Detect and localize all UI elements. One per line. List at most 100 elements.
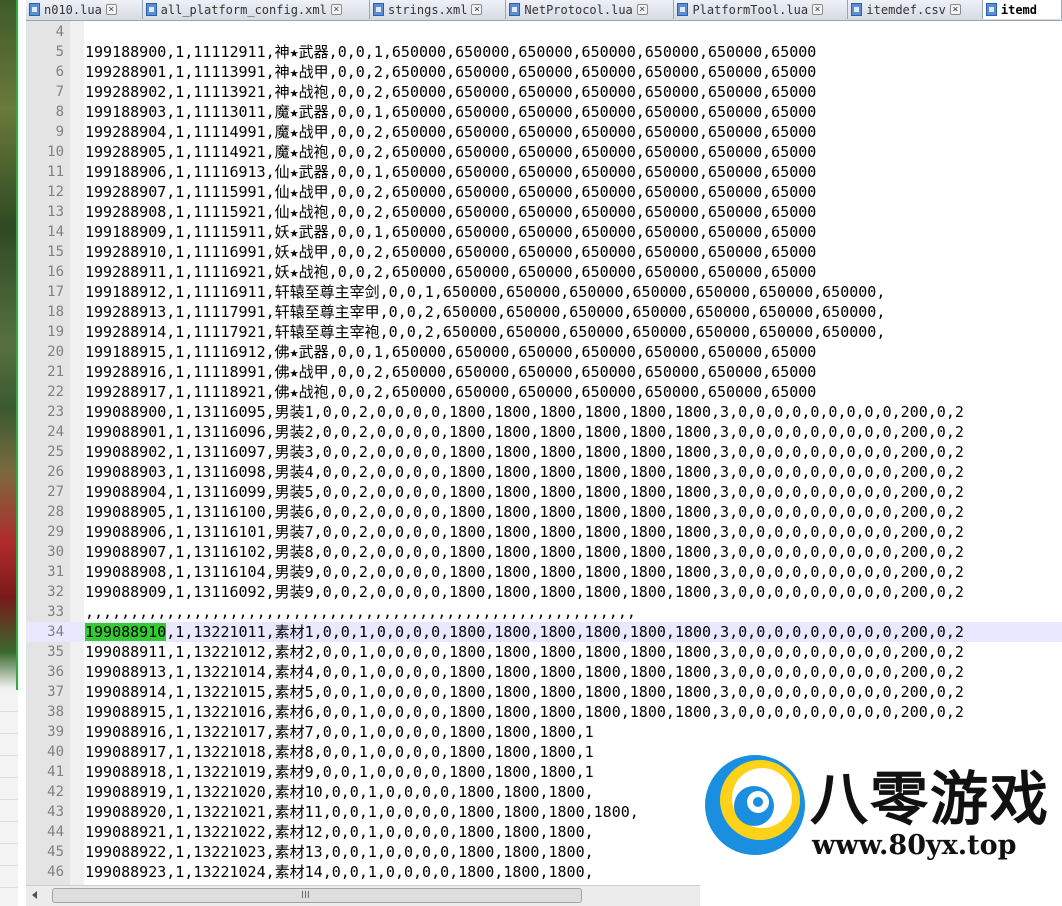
line-text: 199188909,1,11115911,妖★武器,0,0,1,650000,6… [85, 223, 817, 241]
code-line[interactable]: 16 199288911,1,11116921,妖★战袍,0,0,2,650000… [26, 262, 1062, 282]
line-number: 31 [47, 564, 64, 580]
code-line[interactable]: 15 199288910,1,11116991,妖★战甲,0,0,2,650000… [26, 242, 1062, 262]
code-line[interactable]: 9 199288904,1,11114991,魔★战甲,0,0,2,650000,… [26, 122, 1062, 142]
close-icon[interactable]: × [105, 4, 117, 15]
file-tab[interactable]: all_platform_config.xml × [142, 0, 370, 19]
file-tab[interactable]: itemdef.csv × [848, 0, 983, 19]
code-line[interactable]: 35 199088911,1,13221012,素材2,0,0,1,0,0,0,0… [26, 642, 1062, 662]
window-border [16, 0, 18, 690]
line-number: 22 [47, 384, 64, 400]
file-icon [145, 3, 157, 16]
code-line[interactable]: 14 199188909,1,11115911,妖★武器,0,0,1,650000… [26, 222, 1062, 242]
file-tab[interactable]: strings.xml × [369, 0, 507, 19]
line-text: 199288913,1,11117991,轩辕至尊主宰甲,0,0,2,65000… [85, 303, 886, 321]
line-text: 199188915,1,11116912,佛★武器,0,0,1,650000,6… [85, 343, 817, 361]
close-icon[interactable]: × [812, 4, 824, 15]
line-text: 199188906,1,11116913,仙★武器,0,0,1,650000,6… [85, 163, 817, 181]
line-number: 39 [47, 724, 64, 740]
code-line[interactable]: 27 199088904,1,13116099,男装5,0,0,2,0,0,0,0… [26, 482, 1062, 502]
watermark-url: www.80yx.top [812, 830, 1017, 861]
code-line[interactable]: 8 199188903,1,11113011,魔★武器,0,0,1,650000,… [26, 102, 1062, 122]
code-line[interactable]: 12 199288907,1,11115991,仙★战甲,0,0,2,650000… [26, 182, 1062, 202]
line-text: 199088903,1,13116098,男装4,0,0,2,0,0,0,0,1… [85, 463, 964, 481]
code-line[interactable]: 7 199288902,1,11113921,神★战袍,0,0,2,650000,… [26, 82, 1062, 102]
line-number: 43 [47, 804, 64, 820]
code-line[interactable]: 5 199188900,1,11112911,神★武器,0,0,1,650000,… [26, 42, 1062, 62]
code-line[interactable]: 11 199188906,1,11116913,仙★武器,0,0,1,650000… [26, 162, 1062, 182]
line-number: 24 [47, 424, 64, 440]
close-icon[interactable]: × [471, 4, 483, 15]
file-tab[interactable]: n010.lua × [26, 0, 143, 19]
scrollbar-thumb[interactable]: III [52, 888, 582, 903]
line-text: 199088914,1,13221015,素材5,0,0,1,0,0,0,0,1… [85, 683, 964, 701]
code-line[interactable]: 22 199288917,1,11118921,佛★战袍,0,0,2,650000… [26, 382, 1062, 402]
line-text: 199188903,1,11113011,魔★武器,0,0,1,650000,6… [85, 103, 817, 121]
watermark-title: 八零游戏 [810, 765, 1051, 833]
code-line[interactable]: 17 199188912,1,11116911,轩辕至尊主宰剑,0,0,1,650… [26, 282, 1062, 302]
background-grid [0, 690, 18, 906]
close-icon[interactable]: × [949, 4, 961, 15]
line-text: 199288908,1,11115921,仙★战袍,0,0,2,650000,6… [85, 203, 817, 221]
line-text: 199088915,1,13221016,素材6,0,0,1,0,0,0,0,1… [85, 703, 964, 721]
background-window-strip [0, 0, 18, 906]
line-number: 8 [55, 104, 64, 120]
code-line[interactable]: 21 199288916,1,11118991,佛★战甲,0,0,2,650000… [26, 362, 1062, 382]
code-line[interactable]: 13 199288908,1,11115921,仙★战袍,0,0,2,650000… [26, 202, 1062, 222]
code-line[interactable]: 33,,,,,,,,,,,,,,,,,,,,,,,,,,,,,,,,,,,,,,… [26, 602, 1062, 622]
code-line[interactable]: 29 199088906,1,13116101,男装7,0,0,2,0,0,0,0… [26, 522, 1062, 542]
file-icon [677, 3, 689, 16]
close-icon[interactable]: × [330, 4, 342, 15]
file-tab[interactable]: PlatformTool.lua × [674, 0, 849, 19]
code-line[interactable]: 32 199088909,1,13116092,男装9,0,0,2,0,0,0,0… [26, 582, 1062, 602]
code-line[interactable]: 30 199088907,1,13116102,男装8,0,0,2,0,0,0,0… [26, 542, 1062, 562]
code-line[interactable]: 39 199088916,1,13221017,素材7,0,0,1,0,0,0,0… [26, 722, 1062, 742]
tab-label: PlatformTool.lua [692, 2, 809, 17]
code-line[interactable]: 20 199188915,1,11116912,佛★武器,0,0,1,650000… [26, 342, 1062, 362]
scrollbar-grip: III [301, 890, 310, 901]
line-text: 199088900,1,13116095,男装1,0,0,2,0,0,0,0,1… [85, 403, 964, 421]
line-number: 38 [47, 704, 64, 720]
line-number: 16 [47, 264, 64, 280]
line-text: 199088910,1,13221011,素材1,0,0,1,0,0,0,0,1… [85, 622, 964, 642]
line-number: 29 [47, 524, 64, 540]
line-number: 37 [47, 684, 64, 700]
line-text: 199188900,1,11112911,神★武器,0,0,1,650000,6… [85, 43, 817, 61]
scroll-left-arrow-icon[interactable] [32, 891, 37, 899]
code-line[interactable]: 34 199088910,1,13221011,素材1,0,0,1,0,0,0,0… [26, 622, 1062, 642]
line-text: 199088905,1,13116100,男装6,0,0,2,0,0,0,0,1… [85, 503, 964, 521]
line-number: 25 [47, 444, 64, 460]
code-line[interactable]: 31 199088908,1,13116104,男装9,0,0,2,0,0,0,0… [26, 562, 1062, 582]
line-text: 199088916,1,13221017,素材7,0,0,1,0,0,0,0,1… [85, 723, 594, 741]
code-line[interactable]: 24 199088901,1,13116096,男装2,0,0,2,0,0,0,0… [26, 422, 1062, 442]
line-text: 199088913,1,13221014,素材4,0,0,1,0,0,0,0,1… [85, 663, 964, 681]
code-line[interactable]: 19 199288914,1,11117921,轩辕至尊主宰袍,0,0,2,650… [26, 322, 1062, 342]
code-line[interactable]: 23 199088900,1,13116095,男装1,0,0,2,0,0,0,0… [26, 402, 1062, 422]
code-line[interactable]: 36 199088913,1,13221014,素材4,0,0,1,0,0,0,0… [26, 662, 1062, 682]
code-line[interactable]: 26 199088903,1,13116098,男装4,0,0,2,0,0,0,0… [26, 462, 1062, 482]
file-tab[interactable]: NetProtocol.lua × [506, 0, 675, 19]
line-text: 199088922,1,13221023,素材13,0,0,1,0,0,0,0,… [85, 843, 594, 861]
line-text: 199288910,1,11116991,妖★战甲,0,0,2,650000,6… [85, 243, 817, 261]
code-line[interactable]: 18 199288913,1,11117991,轩辕至尊主宰甲,0,0,2,650… [26, 302, 1062, 322]
line-number: 42 [47, 784, 64, 800]
code-line[interactable]: 6 199288901,1,11113991,神★战甲,0,0,2,650000,… [26, 62, 1062, 82]
line-text: 199288901,1,11113991,神★战甲,0,0,2,650000,6… [85, 63, 817, 81]
line-number: 4 [55, 24, 64, 40]
code-line[interactable]: 10 199288905,1,11114921,魔★战袍,0,0,2,650000… [26, 142, 1062, 162]
line-number: 34 [47, 624, 64, 640]
line-text: 199088906,1,13116101,男装7,0,0,2,0,0,0,0,1… [85, 523, 964, 541]
code-line[interactable]: 38 199088915,1,13221016,素材6,0,0,1,0,0,0,0… [26, 702, 1062, 722]
line-number: 10 [47, 144, 64, 160]
line-number: 21 [47, 364, 64, 380]
code-line[interactable]: 25 199088902,1,13116097,男装3,0,0,2,0,0,0,0… [26, 442, 1062, 462]
line-text: 199088917,1,13221018,素材8,0,0,1,0,0,0,0,1… [85, 743, 594, 761]
line-text: 199088923,1,13221024,素材14,0,0,1,0,0,0,0,… [85, 863, 594, 881]
line-text: 199088921,1,13221022,素材12,0,0,1,0,0,0,0,… [85, 823, 594, 841]
file-tab[interactable]: itemd [982, 0, 1062, 19]
code-line[interactable]: 37 199088914,1,13221015,素材5,0,0,1,0,0,0,0… [26, 682, 1062, 702]
line-text: 199088909,1,13116092,男装9,0,0,2,0,0,0,0,1… [85, 583, 964, 601]
code-line[interactable]: 4 [26, 22, 1062, 42]
line-number: 9 [55, 124, 64, 140]
code-line[interactable]: 28 199088905,1,13116100,男装6,0,0,2,0,0,0,0… [26, 502, 1062, 522]
close-icon[interactable]: × [636, 4, 648, 15]
